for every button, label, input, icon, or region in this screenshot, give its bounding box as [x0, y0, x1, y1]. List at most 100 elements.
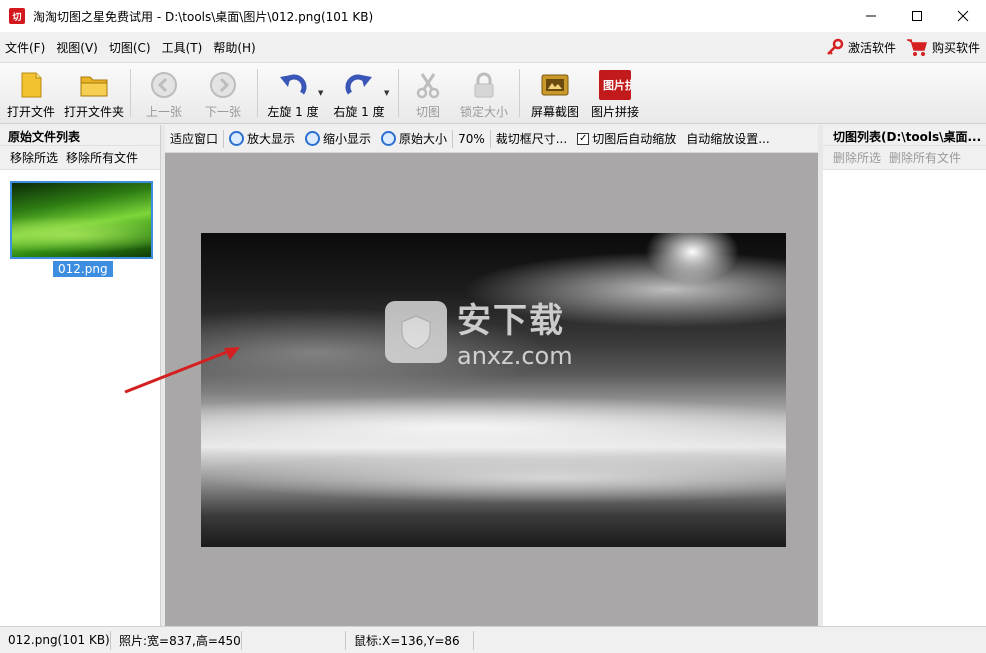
watermark-en: anxz.com	[457, 342, 573, 370]
cut-button[interactable]: 切图	[403, 63, 453, 123]
watermark: 安下载 anxz.com	[385, 293, 573, 370]
zoom-out-icon	[305, 131, 321, 146]
toolbar-separator	[519, 69, 520, 117]
cut-list-panel: 切图列表(D:\tools\桌面... 删除所选 删除所有文件	[823, 125, 986, 626]
delete-all-files-button[interactable]: 删除所有文件	[889, 149, 961, 166]
key-icon	[827, 38, 844, 55]
fit-window-button[interactable]: 适应窗口	[165, 130, 223, 147]
rotate-right-icon	[343, 70, 375, 100]
next-image-label: 下一张	[204, 105, 241, 119]
screenshot-label: 屏幕截图	[530, 105, 579, 119]
file-thumbnail[interactable]	[10, 181, 153, 259]
watermark-text: 安下载 anxz.com	[457, 293, 573, 370]
buy-software-button[interactable]: 购买软件	[906, 37, 980, 57]
watermark-shield-icon	[385, 300, 447, 363]
red-arrow-annotation	[124, 347, 240, 394]
remove-all-files-button[interactable]: 移除所有文件	[66, 149, 138, 166]
image-stitch-icon-text: 图片拼接	[603, 78, 631, 92]
auto-zoom-label: 切图后自动缩放	[592, 132, 677, 146]
open-folder-button[interactable]: 打开文件夹	[62, 63, 126, 123]
source-file-actions: 移除所选 移除所有文件	[0, 146, 160, 170]
lock-icon	[468, 70, 500, 100]
fit-window-label: 适应窗口	[170, 132, 219, 146]
auto-zoom-settings-label: 自动缩放设置...	[686, 132, 770, 146]
menu-bar: 文件(F) 视图(V) 切图(C) 工具(T) 帮助(H) 激活软件 购买软件	[0, 32, 986, 62]
status-mouse-position: 鼠标:X=136,Y=86	[346, 630, 474, 650]
view-toolbar: 适应窗口 放大显示 缩小显示 原始大小 70% 裁切框尺寸... ✓ 切图后自动…	[165, 125, 818, 153]
remove-selected-button[interactable]: 移除所选	[10, 149, 58, 166]
open-file-icon	[15, 70, 47, 100]
screenshot-icon	[539, 70, 571, 100]
zoom-out-label: 缩小显示	[323, 132, 372, 146]
close-button[interactable]	[940, 0, 986, 32]
watermark-cn: 安下载	[457, 301, 565, 341]
window-controls	[848, 0, 986, 32]
zoom-level: 70%	[458, 131, 485, 146]
lock-size-label: 锁定大小	[459, 105, 508, 119]
arrow-left-circle-icon	[148, 70, 180, 100]
image-stitch-icon: 图片拼接	[599, 70, 631, 100]
menu-right-actions: 激活软件 购买软件	[826, 32, 980, 62]
rotate-left-dropdown[interactable]: ▼	[318, 89, 328, 97]
screenshot-button[interactable]: 屏幕截图	[524, 63, 586, 123]
crop-size-label: 裁切框尺寸...	[495, 132, 568, 146]
main-toolbar: 打开文件 打开文件夹 上一张 下一张 左旋 1 度 ▼ 右旋 1 度 ▼ 切图 …	[0, 62, 986, 124]
prev-image-button[interactable]: 上一张	[135, 63, 193, 123]
menu-file[interactable]: 文件(F)	[0, 39, 51, 56]
zoom-in-label: 放大显示	[247, 132, 296, 146]
open-file-button[interactable]: 打开文件	[0, 63, 62, 123]
window-title: 淘淘切图之星免费试用 - D:\tools\桌面\图片\012.png(101 …	[33, 9, 374, 24]
toolbar-separator	[257, 69, 258, 117]
crop-size-button[interactable]: 裁切框尺寸...	[491, 130, 572, 147]
menu-cut[interactable]: 切图(C)	[104, 39, 157, 56]
title-bar: 切 淘淘切图之星免费试用 - D:\tools\桌面\图片\012.png(10…	[0, 0, 986, 32]
menu-view[interactable]: 视图(V)	[51, 39, 104, 56]
activate-label: 激活软件	[847, 40, 896, 55]
rotate-right-label: 右旋 1 度	[333, 105, 385, 119]
zoom-in-icon	[229, 131, 245, 146]
original-size-button[interactable]: 原始大小	[376, 130, 452, 147]
cut-list-panel-title: 切图列表(D:\tools\桌面...	[823, 125, 986, 146]
cut-list-actions: 删除所选 删除所有文件	[823, 146, 986, 170]
rotate-left-label: 左旋 1 度	[267, 105, 319, 119]
next-image-button[interactable]: 下一张	[193, 63, 253, 123]
minimize-button[interactable]	[848, 0, 894, 32]
thumbnail-filename[interactable]: 012.png	[53, 261, 113, 277]
thumbnail-image	[12, 183, 151, 257]
maximize-button[interactable]	[894, 0, 940, 32]
toolbar-separator	[130, 69, 131, 117]
open-file-label: 打开文件	[6, 105, 55, 119]
rotate-right-button[interactable]: 右旋 1 度	[328, 63, 390, 123]
cut-label: 切图	[415, 105, 440, 119]
auto-zoom-checkbox[interactable]: ✓ 切图后自动缩放	[572, 130, 681, 147]
status-bar: 012.png(101 KB) 照片:宽=837,高=450 鼠标:X=136,…	[0, 626, 986, 653]
preview-image[interactable]: 安下载 anxz.com	[201, 233, 786, 547]
auto-zoom-settings-button[interactable]: 自动缩放设置...	[681, 130, 774, 147]
menu-help[interactable]: 帮助(H)	[208, 39, 261, 56]
toolbar-separator	[398, 69, 399, 117]
status-file: 012.png(101 KB)	[0, 630, 111, 650]
status-empty	[242, 630, 346, 650]
original-size-icon	[381, 131, 397, 146]
checkbox-checked-icon: ✓	[577, 132, 590, 145]
image-canvas[interactable]: 安下载 anxz.com	[165, 153, 818, 626]
minimize-icon	[866, 15, 876, 17]
lock-size-button[interactable]: 锁定大小	[453, 63, 515, 123]
image-stitch-button[interactable]: 图片拼接 图片拼接	[586, 63, 644, 123]
close-icon	[957, 10, 969, 22]
source-file-panel-title: 原始文件列表	[0, 125, 160, 146]
original-size-label: 原始大小	[399, 132, 448, 146]
activate-software-button[interactable]: 激活软件	[826, 38, 896, 56]
rotate-right-dropdown[interactable]: ▼	[384, 89, 394, 97]
prev-image-label: 上一张	[145, 105, 182, 119]
arrow-right-circle-icon	[207, 70, 239, 100]
delete-selected-button[interactable]: 删除所选	[833, 149, 881, 166]
zoom-in-button[interactable]: 放大显示	[224, 130, 300, 147]
open-folder-label: 打开文件夹	[63, 105, 124, 119]
zoom-out-button[interactable]: 缩小显示	[300, 130, 376, 147]
cart-icon	[906, 39, 927, 56]
menu-tools[interactable]: 工具(T)	[157, 39, 209, 56]
status-photo-size: 照片:宽=837,高=450	[111, 630, 242, 650]
rotate-left-button[interactable]: 左旋 1 度	[262, 63, 324, 123]
app-icon: 切	[9, 8, 25, 24]
